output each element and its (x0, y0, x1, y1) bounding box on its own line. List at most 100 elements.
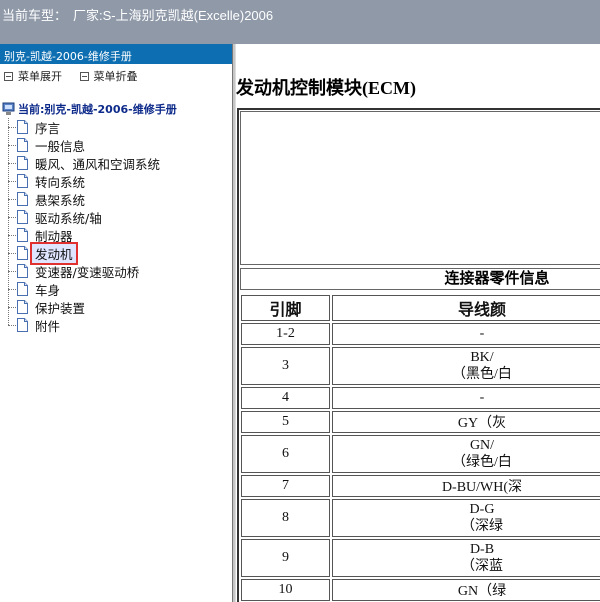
tree-item-label: 发动机 (30, 241, 78, 265)
document-icon (17, 264, 28, 278)
collapse-icon (79, 71, 89, 81)
tree-item[interactable]: 发动机 (0, 241, 232, 265)
pin-cell: 6 (241, 435, 330, 473)
sidebar: 别克-凯越-2006-维修手册 菜单展开 菜单折叠 当前:别克-凯越-2006-… (0, 44, 232, 602)
tree-item[interactable]: 暖风、通风和空调系统 (0, 154, 232, 172)
document-icon (17, 210, 28, 224)
tree-item[interactable]: 序言 (0, 118, 232, 136)
current-model-label: 当前车型： (2, 8, 68, 23)
pin-cell: 8 (241, 499, 330, 537)
wire-color-line: （绿色/白 (452, 455, 512, 470)
tree-item[interactable]: 车身 (0, 280, 232, 298)
current-model-value: 厂家:S-上海别克凯越(Excelle)2006 (73, 8, 274, 23)
sidebar-title: 别克-凯越-2006-维修手册 (0, 44, 232, 64)
expand-menu-button[interactable]: 菜单展开 (4, 68, 62, 84)
wire-color-line: D-BU/WH(深 (441, 480, 523, 495)
document-icon (17, 120, 28, 134)
wire-color-cell: GN（绿 (332, 579, 600, 601)
table-header-row: 引脚 导线颜 (241, 295, 600, 321)
wire-color-line: GY（灰 (457, 416, 507, 431)
tree-item-label: 变速器/变速驱动桥 (35, 264, 140, 280)
wire-color-line: - (479, 390, 485, 405)
tree-item[interactable]: 附件 (0, 316, 232, 334)
pin-cell: 10 (241, 579, 330, 601)
document-icon (17, 246, 28, 260)
wire-color-line: BK/ (470, 350, 494, 365)
connector-image (240, 111, 600, 265)
table-row: 8 D-G （深绿 (241, 499, 600, 537)
wire-color-cell: - (332, 323, 600, 345)
manual-tree: 当前:别克-凯越-2006-维修手册 序言一般信息暖风、通风和空调系统 转向系统悬… (0, 100, 232, 334)
document-icon (17, 156, 28, 170)
tree-item-label: 车身 (35, 282, 61, 298)
table-row: 5 GY（灰 (241, 411, 600, 433)
tree-item[interactable]: 驱动系统/轴 (0, 208, 232, 226)
pin-cell: 3 (241, 347, 330, 385)
pin-column-header: 引脚 (241, 295, 330, 321)
table-row: 6 GN/ （绿色/白 (241, 435, 600, 473)
wire-color-line: - (479, 326, 485, 341)
content-pane: 发动机控制模块(ECM) 连接器零件信息 引脚 导线颜 1-2 - 3 BK/ （黑色/… (236, 44, 600, 602)
tree-item-label: 附件 (35, 318, 61, 334)
pin-cell: 5 (241, 411, 330, 433)
table-row: 9 D-B （深蓝 (241, 539, 600, 577)
wire-color-line: D-G (469, 502, 495, 517)
expand-icon (4, 71, 13, 81)
table-row: 1-2 - (241, 323, 600, 345)
wire-color-line: GN（绿 (457, 584, 507, 599)
tree-item[interactable]: 一般信息 (0, 136, 232, 154)
tree-item-label: 保护装置 (35, 300, 86, 316)
wire-color-cell: - (332, 387, 600, 409)
page-title: 发动机控制模块(ECM) (236, 78, 416, 98)
wire-color-cell: D-B （深蓝 (332, 539, 600, 577)
document-icon (17, 300, 28, 314)
tree-item-label: 序言 (35, 120, 61, 136)
table-row: 7 D-BU/WH(深 (241, 475, 600, 497)
tree-item[interactable]: 保护装置 (0, 298, 232, 316)
wire-color-line: （黑色/白 (452, 367, 512, 382)
pin-cell: 4 (241, 387, 330, 409)
tree-item-label: 悬架系统 (35, 192, 86, 208)
tree-item[interactable]: 变速器/变速驱动桥 (0, 262, 232, 280)
computer-icon (2, 102, 15, 115)
tree-item[interactable]: 转向系统 (0, 172, 232, 190)
tree-root-label: 当前:别克-凯越-2006-维修手册 (18, 103, 177, 116)
pin-table: 引脚 导线颜 1-2-3 BK/（黑色/白 4-5 GY（灰 6 GN/（绿色/白 7 D-B… (239, 293, 600, 602)
wire-color-line: GN/ (469, 438, 495, 453)
wire-color-cell: D-G （深绿 (332, 499, 600, 537)
pin-cell: 1-2 (241, 323, 330, 345)
tree-item-label: 制动器 (35, 228, 73, 244)
tree-item-label: 一般信息 (35, 138, 86, 154)
tree-items: 序言一般信息暖风、通风和空调系统 转向系统悬架系统驱动系统/轴 制动器 发动机 变速器/… (0, 118, 232, 334)
wire-color-cell: D-BU/WH(深 (332, 475, 600, 497)
document-icon (17, 174, 28, 188)
tree-item-label: 驱动系统/轴 (35, 210, 102, 226)
wire-color-line: （深绿 (461, 519, 503, 534)
topbar: 当前车型： 厂家:S-上海别克凯越(Excelle)2006 (0, 0, 600, 44)
table-row: 4- (241, 387, 600, 409)
document-icon (17, 282, 28, 296)
tree-item[interactable]: 制动器 (0, 226, 232, 244)
table-row: 10 GN（绿 (241, 579, 600, 601)
wire-color-cell: GY（灰 (332, 411, 600, 433)
tree-item[interactable]: 悬架系统 (0, 190, 232, 208)
pin-cell: 9 (241, 539, 330, 577)
wire-color-line: （深蓝 (461, 559, 503, 574)
wire-color-column-header: 导线颜 (332, 295, 600, 321)
wire-color-line: D-B (469, 542, 495, 557)
document-icon (17, 192, 28, 206)
document-icon (17, 318, 28, 332)
tree-item-label: 转向系统 (35, 174, 86, 190)
section-heading: 连接器零件信息 (240, 268, 600, 290)
tree-item-label: 暖风、通风和空调系统 (35, 156, 161, 172)
table-row: 3 BK/ （黑色/白 (241, 347, 600, 385)
tree-root[interactable]: 当前:别克-凯越-2006-维修手册 (0, 100, 232, 118)
document-icon (17, 228, 28, 242)
wire-color-cell: BK/ （黑色/白 (332, 347, 600, 385)
pin-cell: 7 (241, 475, 330, 497)
wire-color-cell: GN/ （绿色/白 (332, 435, 600, 473)
collapse-menu-button[interactable]: 菜单折叠 (79, 68, 138, 84)
document-icon (17, 138, 28, 152)
document-frame: 连接器零件信息 引脚 导线颜 1-2-3 BK/（黑色/白 4-5 GY（灰 6 GN/（… (237, 108, 600, 602)
sidebar-toolbar: 菜单展开 菜单折叠 (0, 64, 232, 86)
